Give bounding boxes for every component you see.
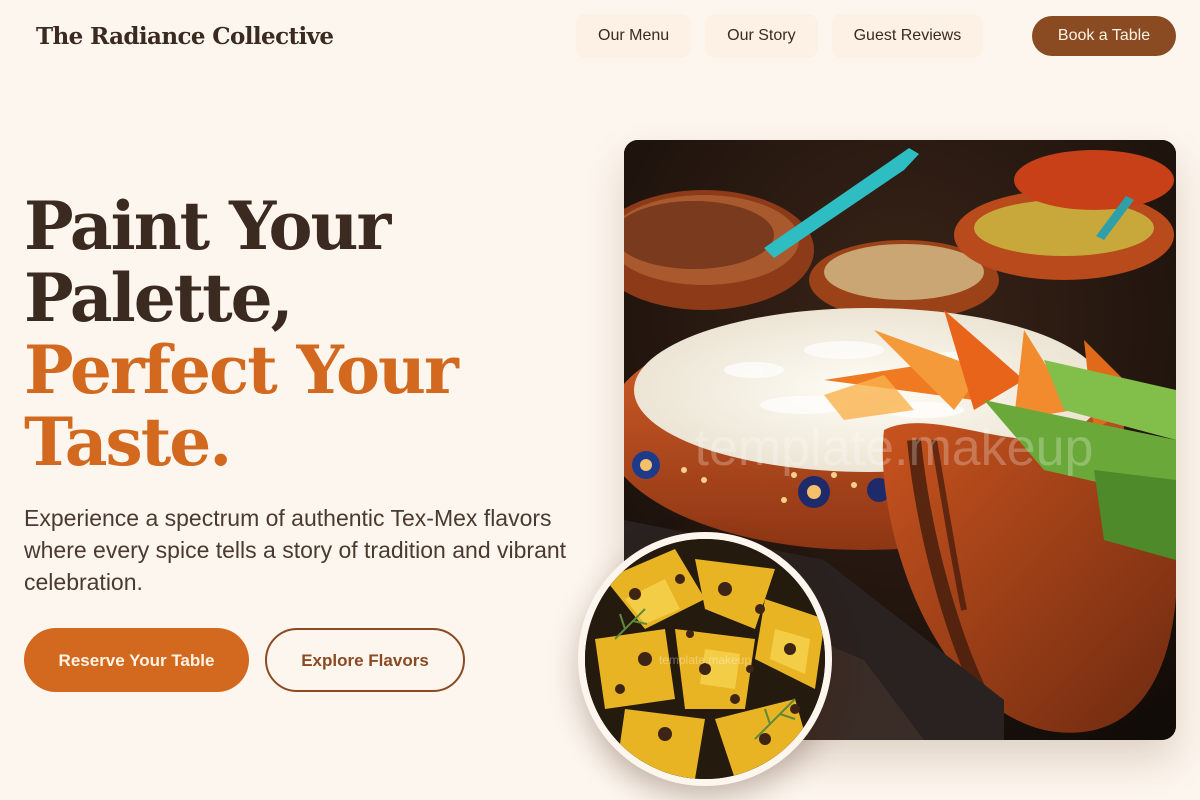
page: The Radiance Collective Our Menu Our Sto… (0, 0, 1200, 800)
nav-our-menu[interactable]: Our Menu (576, 14, 692, 58)
inset-food-photo: template.makeup (578, 532, 832, 786)
explore-flavors-button[interactable]: Explore Flavors (265, 628, 465, 692)
main-nav: Our Menu Our Story Guest Reviews (576, 14, 997, 58)
headline-line-4: Taste. (24, 403, 232, 481)
main-photo-watermark: template.makeup (695, 419, 1094, 477)
brand-logo-text[interactable]: The Radiance Collective (36, 20, 334, 54)
hero-headline: Paint Your Palette, Perfect Your Taste. (24, 190, 584, 478)
headline-line-2: Palette, (24, 259, 294, 337)
reserve-table-button[interactable]: Reserve Your Table (24, 628, 249, 692)
nachos-illustration: template.makeup (585, 539, 825, 779)
nav-our-story[interactable]: Our Story (705, 14, 818, 58)
hero-subtext: Experience a spectrum of authentic Tex-M… (24, 505, 567, 595)
book-table-button[interactable]: Book a Table (1032, 16, 1176, 56)
headline-line-3: Perfect Your (24, 331, 459, 409)
nav-guest-reviews[interactable]: Guest Reviews (831, 14, 984, 58)
inset-photo-watermark: template.makeup (659, 653, 751, 667)
headline-line-1: Paint Your (24, 187, 391, 265)
